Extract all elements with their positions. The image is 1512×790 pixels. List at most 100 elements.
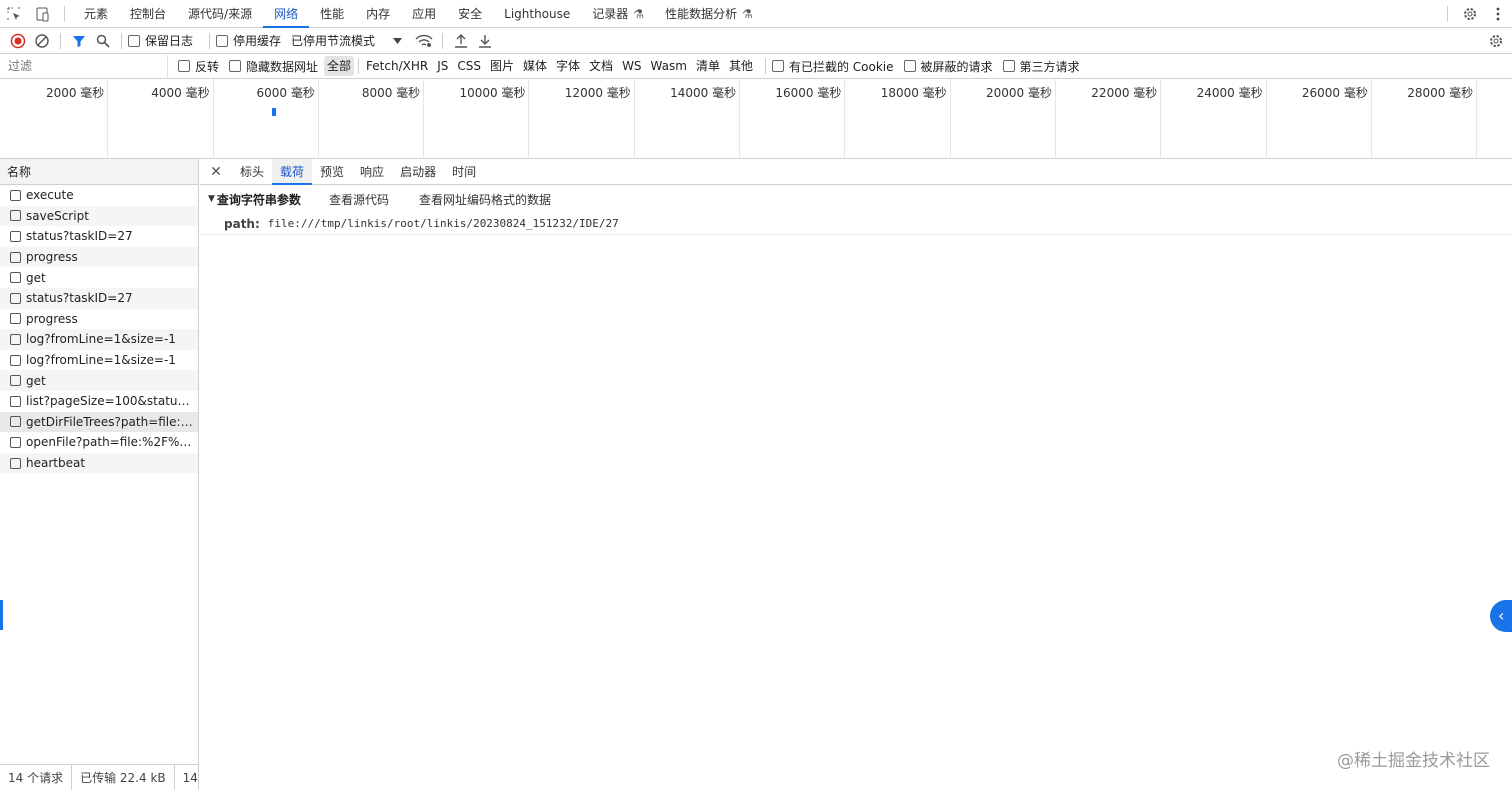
tab-0[interactable]: 元素 bbox=[73, 0, 119, 28]
tab-1[interactable]: 控制台 bbox=[119, 0, 177, 28]
blocked-requests-checkbox[interactable]: 被屏蔽的请求 bbox=[903, 58, 993, 75]
filter-toggle-button[interactable] bbox=[67, 29, 91, 53]
more-options-icon[interactable] bbox=[1484, 0, 1512, 28]
request-checkbox[interactable] bbox=[10, 230, 21, 242]
type-filter-9[interactable]: Wasm bbox=[648, 56, 690, 76]
request-checkbox[interactable] bbox=[10, 313, 21, 325]
query-params-title[interactable]: 查询字符串参数 bbox=[217, 191, 301, 208]
request-checkbox[interactable] bbox=[10, 189, 21, 201]
export-har-button[interactable] bbox=[473, 29, 497, 53]
request-row[interactable]: status?taskID=27 bbox=[0, 287, 198, 309]
name-column-header[interactable]: 名称 bbox=[0, 159, 198, 185]
tab-10[interactable]: 性能数据分析 bbox=[654, 0, 748, 28]
request-list: execute saveScript status?taskID=27 progres… bbox=[0, 185, 198, 474]
preserve-log-checkbox[interactable]: 保留日志 bbox=[128, 32, 193, 49]
checkbox-box[interactable] bbox=[216, 34, 229, 47]
request-checkbox[interactable] bbox=[10, 210, 21, 222]
type-filter-5[interactable]: 媒体 bbox=[520, 56, 550, 76]
tab-8[interactable]: Lighthouse bbox=[493, 0, 581, 28]
type-filter-10[interactable]: 清单 bbox=[693, 56, 723, 76]
type-filter-8[interactable]: WS bbox=[619, 56, 644, 76]
filter-input[interactable] bbox=[0, 54, 168, 78]
detail-tab-4[interactable]: 启动器 bbox=[392, 159, 444, 185]
clear-button[interactable] bbox=[30, 29, 54, 53]
detail-tab-1[interactable]: 载荷 bbox=[272, 158, 313, 185]
throttle-select[interactable]: 已停用节流模式 bbox=[291, 32, 403, 49]
view-url-encoded-link[interactable]: 查看网址编码格式的数据 bbox=[419, 191, 551, 208]
type-filter-2[interactable]: JS bbox=[434, 56, 451, 76]
type-filter-11[interactable]: 其他 bbox=[726, 56, 756, 76]
request-list-pane: 名称 execute saveScript status?taskID=27 prog… bbox=[0, 159, 199, 790]
detail-tab-2[interactable]: 预览 bbox=[312, 159, 352, 185]
tab-3[interactable]: 网络 bbox=[263, 0, 310, 28]
request-row[interactable]: log?fromLine=1&size=-1 bbox=[0, 329, 198, 350]
status-bar: 14 个请求 已传输 22.4 kB 14 bbox=[0, 764, 198, 790]
detail-tab-0[interactable]: 标头 bbox=[232, 159, 272, 185]
request-row[interactable]: log?fromLine=1&size=-1 bbox=[0, 350, 198, 371]
request-row[interactable]: status?taskID=27 bbox=[0, 226, 198, 247]
tab-2[interactable]: 源代码/来源 bbox=[177, 0, 263, 28]
detail-tab-3[interactable]: 响应 bbox=[352, 159, 392, 185]
device-toolbar-icon[interactable] bbox=[28, 0, 56, 28]
settings-gear-icon[interactable] bbox=[1456, 0, 1484, 28]
request-checkbox[interactable] bbox=[10, 354, 21, 366]
import-har-button[interactable] bbox=[449, 29, 473, 53]
request-row[interactable]: progress bbox=[0, 309, 198, 330]
blocked-cookies-checkbox[interactable]: 有已拦截的 Cookie bbox=[771, 58, 894, 75]
search-button[interactable] bbox=[91, 29, 115, 53]
request-checkbox[interactable] bbox=[10, 395, 21, 407]
tab-7[interactable]: 安全 bbox=[447, 0, 493, 28]
request-checkbox[interactable] bbox=[10, 292, 21, 304]
stop-recording-button[interactable] bbox=[6, 29, 30, 53]
checkbox-box[interactable] bbox=[128, 34, 140, 47]
type-filter-6[interactable]: 字体 bbox=[553, 56, 583, 76]
type-filter-4[interactable]: 图片 bbox=[487, 56, 517, 76]
inspect-element-icon[interactable] bbox=[0, 0, 28, 28]
request-checkbox[interactable] bbox=[10, 272, 21, 284]
request-row[interactable]: heartbeat bbox=[0, 452, 198, 474]
network-overview-timeline[interactable]: 2000 毫秒 4000 毫秒 6000 毫秒 8000 毫秒 10000 毫秒 1200… bbox=[0, 79, 1512, 159]
request-checkbox[interactable] bbox=[10, 416, 21, 428]
expand-triangle-icon[interactable]: ▼ bbox=[208, 194, 215, 204]
timeline-tick: 22000 毫秒 bbox=[1056, 79, 1162, 157]
detail-tab-5[interactable]: 时间 bbox=[444, 159, 484, 185]
request-checkbox[interactable] bbox=[10, 436, 21, 448]
request-checkbox[interactable] bbox=[10, 375, 21, 387]
invert-checkbox[interactable]: 反转 bbox=[178, 58, 219, 75]
checkbox-box[interactable] bbox=[771, 60, 784, 72]
type-filter-3[interactable]: CSS bbox=[454, 56, 484, 76]
checkbox-box[interactable] bbox=[903, 60, 916, 72]
type-filter-1[interactable]: Fetch/XHR bbox=[363, 56, 431, 76]
tab-6[interactable]: 应用 bbox=[401, 0, 447, 28]
timeline-tick: 10000 毫秒 bbox=[424, 79, 530, 157]
checkbox-box[interactable] bbox=[229, 60, 242, 72]
request-row[interactable]: list?pageSize=100&status=Ru... bbox=[0, 391, 198, 412]
timeline-tick-label: 10000 毫秒 bbox=[459, 86, 526, 100]
request-row[interactable]: openFile?path=file:%2F%2F%2... bbox=[0, 432, 198, 453]
checkbox-box[interactable] bbox=[178, 60, 190, 72]
request-row[interactable]: execute bbox=[0, 185, 198, 206]
view-source-link[interactable]: 查看源代码 bbox=[329, 191, 389, 208]
disable-cache-checkbox[interactable]: 停用缓存 bbox=[216, 32, 281, 49]
tab-4[interactable]: 性能 bbox=[309, 0, 355, 28]
request-row[interactable]: saveScript bbox=[0, 205, 198, 227]
request-row[interactable]: getDirFileTrees?path=file:%2F... bbox=[0, 411, 198, 433]
request-row[interactable]: progress bbox=[0, 246, 198, 268]
third-party-checkbox[interactable]: 第三方请求 bbox=[1002, 58, 1080, 75]
request-checkbox[interactable] bbox=[10, 457, 21, 469]
checkbox-box[interactable] bbox=[1002, 60, 1015, 72]
network-settings-button[interactable] bbox=[1484, 29, 1508, 53]
type-filter-7[interactable]: 文档 bbox=[586, 56, 616, 76]
type-filter-0[interactable]: 全部 bbox=[324, 56, 355, 76]
request-checkbox[interactable] bbox=[10, 251, 21, 263]
top-right-controls bbox=[1439, 0, 1512, 28]
tab-9[interactable]: 记录器 bbox=[581, 0, 639, 28]
network-conditions-button[interactable] bbox=[412, 29, 436, 53]
request-row[interactable]: get bbox=[0, 267, 198, 288]
close-icon[interactable]: ✕ bbox=[200, 164, 232, 180]
request-row[interactable]: get bbox=[0, 370, 198, 391]
request-name: getDirFileTrees?path=file:%2F... bbox=[26, 414, 194, 429]
request-checkbox[interactable] bbox=[10, 333, 21, 345]
tab-5[interactable]: 内存 bbox=[355, 0, 401, 28]
hide-data-urls-checkbox[interactable]: 隐藏数据网址 bbox=[229, 58, 318, 75]
